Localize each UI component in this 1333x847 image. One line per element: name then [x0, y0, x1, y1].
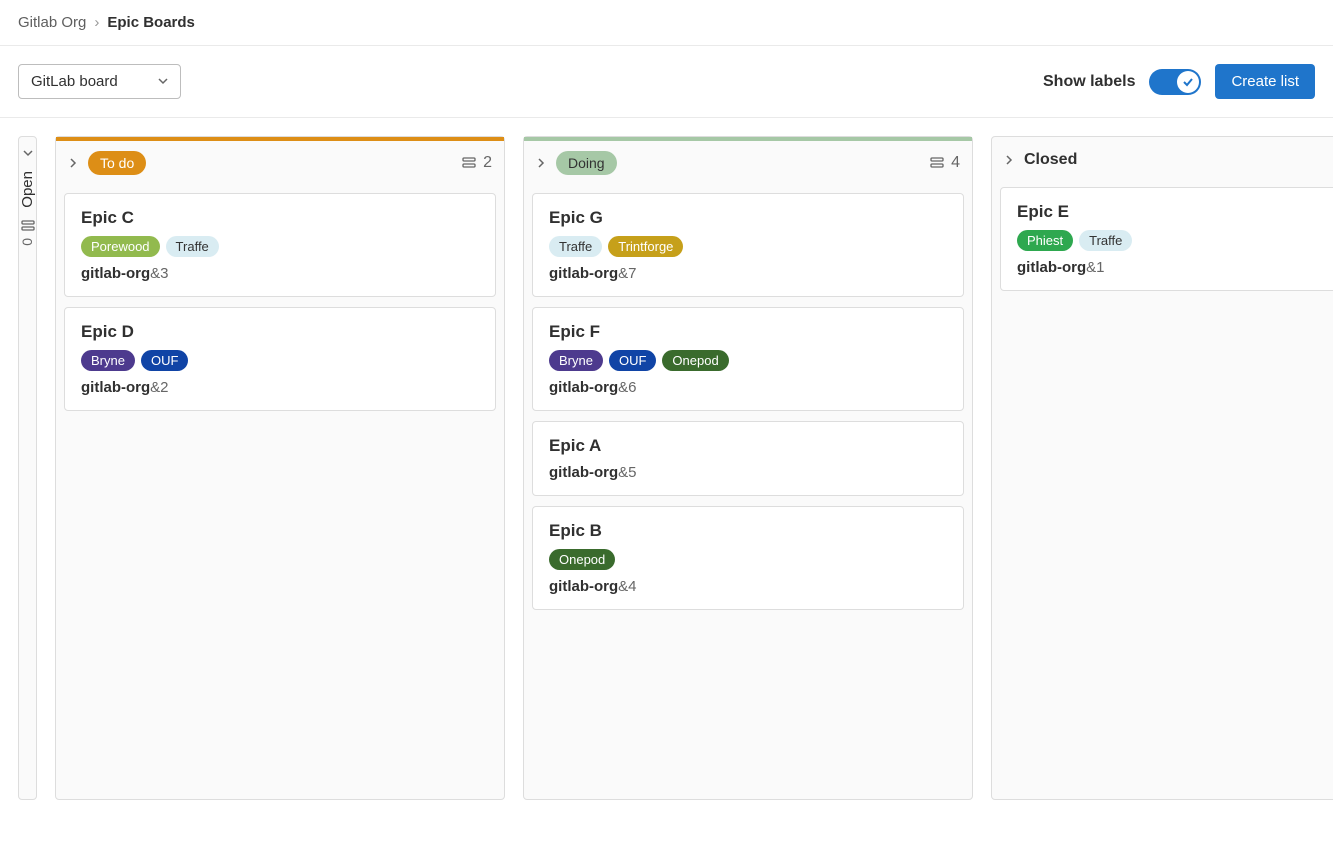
label-pill[interactable]: Traffe	[166, 236, 219, 257]
column-title: Closed	[1024, 151, 1077, 169]
label-pill[interactable]: Phiest	[1017, 230, 1073, 251]
label-pill[interactable]: OUF	[141, 350, 188, 371]
epic-labels: Porewood Traffe	[81, 236, 479, 257]
chevron-down-icon	[23, 147, 33, 161]
open-column-label: Open	[19, 171, 36, 208]
column-header: Doing 4	[524, 141, 972, 185]
epic-card[interactable]: Epic B Onepod gitlab-org&4	[532, 506, 964, 610]
label-pill[interactable]: Bryne	[549, 350, 603, 371]
column-label-pill: Doing	[556, 151, 617, 175]
epic-reference: gitlab-org&4	[549, 578, 947, 595]
toggle-knob	[1177, 71, 1199, 93]
epic-title: Epic B	[549, 521, 947, 541]
epic-labels: Bryne OUF Onepod	[549, 350, 947, 371]
chevron-right-icon[interactable]	[1004, 152, 1014, 168]
show-labels-label: Show labels	[1043, 73, 1135, 91]
show-labels-toggle[interactable]	[1149, 69, 1201, 95]
epic-labels: Traffe Trintforge	[549, 236, 947, 257]
column-count-value: 4	[951, 154, 960, 172]
breadcrumb-root[interactable]: Gitlab Org	[18, 14, 86, 31]
epic-labels: Bryne OUF	[81, 350, 479, 371]
label-pill[interactable]: Porewood	[81, 236, 160, 257]
epic-card[interactable]: Epic F Bryne OUF Onepod gitlab-org&6	[532, 307, 964, 411]
label-pill[interactable]: Bryne	[81, 350, 135, 371]
column-count-value: 2	[483, 154, 492, 172]
label-pill[interactable]: OUF	[609, 350, 656, 371]
cards-list: Epic C Porewood Traffe gitlab-org&3 Epic D Br…	[56, 185, 504, 799]
epic-card[interactable]: Epic G Traffe Trintforge gitlab-org&7	[532, 193, 964, 297]
epic-reference: gitlab-org&3	[81, 265, 479, 282]
board-column: Doing 4 Epic G Traffe Trintforge gitlab-org&7…	[523, 136, 973, 800]
open-column-collapsed[interactable]: Open 0	[18, 136, 37, 800]
epic-reference: gitlab-org&1	[1017, 259, 1333, 276]
label-pill[interactable]: Trintforge	[608, 236, 683, 257]
check-icon	[1182, 76, 1194, 88]
board-column: To do2Epic CPorewoodTraffegitlab-org&3Ep…	[55, 136, 505, 800]
epic-title: Epic E	[1017, 202, 1333, 222]
column-header: Closed	[992, 141, 1333, 179]
chevron-right-icon: ›	[94, 14, 99, 31]
epic-icon	[929, 155, 945, 171]
toolbar: GitLab board Show labels Create list	[0, 46, 1333, 118]
boards-container: Open 0 To do 2 Epic C Porewood Traffe gitlab-…	[0, 118, 1333, 818]
epic-title: Epic C	[81, 208, 479, 228]
column-header: To do 2	[56, 141, 504, 185]
label-pill[interactable]: Onepod	[662, 350, 728, 371]
epic-card[interactable]: Epic D Bryne OUF gitlab-org&2	[64, 307, 496, 411]
chevron-down-icon	[158, 73, 168, 90]
column-label-pill: To do	[88, 151, 146, 175]
cards-list: Epic E Phiest Traffe gitlab-org&1	[992, 179, 1333, 799]
cards-list: Epic G Traffe Trintforge gitlab-org&7 Epic F…	[524, 185, 972, 799]
label-pill[interactable]: Traffe	[1079, 230, 1132, 251]
epic-reference: gitlab-org&6	[549, 379, 947, 396]
epic-card[interactable]: Epic E Phiest Traffe gitlab-org&1	[1000, 187, 1333, 291]
chevron-right-icon[interactable]	[68, 155, 78, 171]
breadcrumb-current: Epic Boards	[107, 14, 195, 31]
epic-card[interactable]: Epic A gitlab-org&5	[532, 421, 964, 496]
epic-title: Epic F	[549, 322, 947, 342]
epic-reference: gitlab-org&7	[549, 265, 947, 282]
label-pill[interactable]: Traffe	[549, 236, 602, 257]
column-count: 2	[461, 154, 492, 172]
chevron-right-icon[interactable]	[536, 155, 546, 171]
epic-title: Epic A	[549, 436, 947, 456]
column-count: 4	[929, 154, 960, 172]
epic-reference: gitlab-org&2	[81, 379, 479, 396]
epic-card[interactable]: Epic C Porewood Traffe gitlab-org&3	[64, 193, 496, 297]
label-pill[interactable]: Onepod	[549, 549, 615, 570]
epic-labels: Phiest Traffe	[1017, 230, 1333, 251]
epic-reference: gitlab-org&5	[549, 464, 947, 481]
board-column: Closed Epic E Phiest Traffe gitlab-org&1	[991, 136, 1333, 800]
epic-icon	[20, 218, 36, 234]
board-selector[interactable]: GitLab board	[18, 64, 181, 99]
open-column-count: 0	[20, 238, 36, 246]
epic-title: Epic D	[81, 322, 479, 342]
epic-icon	[461, 155, 477, 171]
breadcrumb: Gitlab Org › Epic Boards	[0, 0, 1333, 46]
board-name: GitLab board	[31, 73, 118, 90]
epic-labels: Onepod	[549, 549, 947, 570]
create-list-button[interactable]: Create list	[1215, 64, 1315, 99]
epic-title: Epic G	[549, 208, 947, 228]
